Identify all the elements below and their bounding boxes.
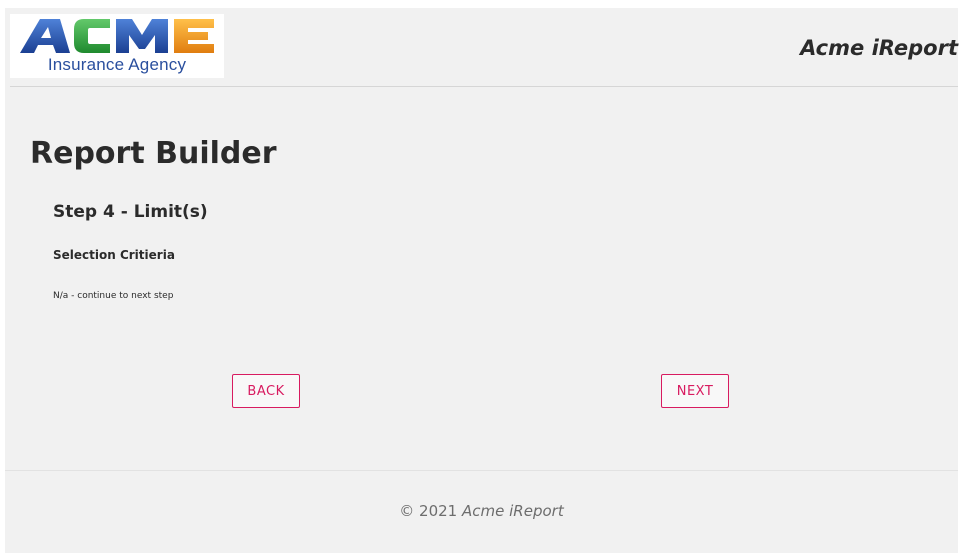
- logo-subtitle: Insurance Agency: [47, 55, 187, 74]
- step-note: N/a - continue to next step: [53, 291, 174, 301]
- header: Insurance Agency Acme iReport: [10, 8, 958, 87]
- page-container: Insurance Agency Acme iReport Report Bui…: [5, 8, 958, 553]
- step-title: Step 4 - Limit(s): [53, 202, 208, 222]
- next-button[interactable]: NEXT: [661, 374, 729, 408]
- acme-logo[interactable]: Insurance Agency: [10, 14, 224, 78]
- acme-logo-wordmark: [20, 19, 214, 53]
- copyright-text: © 2021: [399, 502, 458, 520]
- back-button[interactable]: BACK: [232, 374, 300, 408]
- app-title: Acme iReport: [800, 36, 958, 60]
- selection-criteria-label: Selection Critieria: [53, 248, 175, 262]
- page-title: Report Builder: [30, 136, 277, 171]
- footer-divider: [5, 470, 958, 471]
- footer: © 2021 Acme iReport: [5, 502, 958, 520]
- footer-app-name: Acme iReport: [462, 502, 564, 520]
